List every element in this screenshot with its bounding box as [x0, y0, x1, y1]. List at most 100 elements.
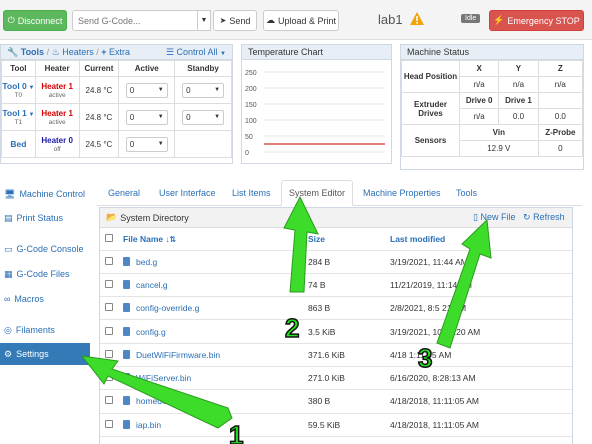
row-checkbox[interactable] [105, 326, 113, 335]
active-temp-input[interactable]: 0 ▼ [125, 82, 168, 98]
file-name-link[interactable]: iap.bin [136, 420, 161, 430]
settings-tabs: General User Interface List Items System… [97, 180, 582, 206]
standby-temp-input[interactable]: 0 ▼ [182, 109, 225, 125]
column-size[interactable]: Size [308, 228, 390, 251]
tab-list-items[interactable]: List Items [232, 180, 271, 206]
file-size: 371.6 KiB [308, 343, 390, 367]
tools-header-current: Current [78, 60, 120, 77]
table-row[interactable]: DuetWiFiFirmware.bin 371.6 KiB 4/18 1:11:0… [100, 343, 572, 367]
bed-cell[interactable]: Bed [1, 130, 36, 158]
extra-tab[interactable]: Extra [109, 47, 130, 57]
file-list-icon: ▦ [4, 268, 13, 279]
file-name-link[interactable]: config-override.g [136, 303, 199, 313]
sidebar-item-gcode-console[interactable]: ▭ G-Code Console [0, 238, 90, 260]
standby-temp-input[interactable]: 0 ▼ [182, 82, 225, 98]
top-bar: ⏻ Disconnect ▼ ➤ Send ☁ Upload & Print l… [0, 0, 592, 40]
heaters-tab[interactable]: Heaters [62, 47, 94, 57]
column-file-name[interactable]: File Name ↓⇅ [116, 228, 308, 251]
directory-breadcrumb[interactable]: System Directory [120, 213, 189, 223]
tools-tab[interactable]: Tools [21, 47, 44, 57]
bolt-icon: ⚡ [493, 15, 505, 25]
table-row[interactable]: config.g 3.5 KiB 3/19/2021, 10:16:20 AM [100, 319, 572, 344]
file-toolbar: 📂 System Directory ▯ New File ↻ Refresh [100, 208, 572, 228]
link-icon: ∞ [4, 294, 11, 304]
row-checkbox[interactable] [105, 419, 113, 428]
tab-system-editor[interactable]: System Editor [281, 180, 354, 206]
sidebar-item-macros[interactable]: ∞ Macros [0, 288, 90, 310]
row-checkbox[interactable] [105, 396, 113, 405]
file-name-link[interactable]: bed.g [136, 257, 157, 267]
tool-0-cell[interactable]: Tool 0 ▼ T0 [1, 76, 36, 104]
refresh-button[interactable]: ↻ Refresh [523, 212, 565, 223]
file-name-link[interactable]: config.g [136, 327, 166, 337]
emergency-stop-button[interactable]: ⚡ Emergency STOP [489, 10, 584, 31]
warning-icon[interactable] [410, 12, 424, 25]
file-table: File Name ↓⇅ Size Last modified bed.g 284… [100, 228, 572, 437]
file-icon [123, 396, 130, 406]
file-icon [123, 303, 130, 313]
sidebar-item-machine-control[interactable]: 🖥 Machine Control [0, 183, 90, 205]
row-checkbox[interactable] [105, 373, 113, 382]
table-row[interactable]: cancel.g 74 B 11/21/2019, 11:14 AM [100, 273, 572, 298]
table-row[interactable]: homedelta.g 380 B 4/18/2018, 11:11:05 AM [100, 389, 572, 414]
new-file-button[interactable]: ▯ New File [473, 212, 515, 223]
table-row[interactable]: iap.bin 59.5 KiB 4/18/2018, 11:11:05 AM [100, 413, 572, 437]
tab-general[interactable]: General [108, 180, 140, 206]
heater-0-cell[interactable]: Heater 0 off [34, 130, 80, 158]
table-row[interactable]: bed.g 284 B 3/19/2021, 11:44 AM [100, 250, 572, 274]
tools-header-tool: Tool [1, 60, 36, 77]
sidebar-item-filaments[interactable]: ◎ Filaments [0, 319, 90, 341]
table-row[interactable]: WiFiServer.bin 271.0 KiB 6/16/2020, 8:28:1… [100, 366, 572, 391]
file-icon [123, 279, 130, 289]
file-modified: 11/21/2019, 11:14 AM [390, 273, 572, 298]
heater-1-cell[interactable]: Heater 1 active [34, 103, 80, 131]
gcode-input[interactable] [72, 10, 198, 31]
heater-1-cell[interactable]: Heater 1 active [34, 76, 80, 104]
row-checkbox[interactable] [105, 349, 113, 358]
active-temp-input[interactable]: 0 ▼ [125, 109, 168, 125]
row-checkbox[interactable] [105, 279, 113, 288]
drive-1-label: Drive 1 [498, 92, 539, 109]
column-last-modified[interactable]: Last modified [390, 228, 572, 251]
table-row[interactable]: config-override.g 863 B 2/8/2021, 8:5 21 A… [100, 296, 572, 321]
control-all-dropdown[interactable]: ☰ Control All ▼ [166, 47, 226, 58]
extruder-drives-label: Extruder Drives [401, 92, 460, 125]
current-temp: 24.8 °C [78, 76, 120, 104]
file-name-link[interactable]: WiFiServer.bin [136, 373, 191, 383]
tab-tools[interactable]: Tools [456, 180, 477, 206]
caret-down-icon: ▼ [157, 114, 164, 120]
row-checkbox[interactable] [105, 256, 113, 265]
list-icon: ☰ [165, 46, 174, 57]
tool-1-cell[interactable]: Tool 1 ▼ T1 [1, 103, 36, 131]
gear-icon: ⚙ [4, 348, 13, 359]
file-size: 74 B [308, 273, 390, 298]
file-modified: 4/18/2018, 11:11:05 AM [390, 413, 572, 437]
disconnect-button[interactable]: ⏻ Disconnect [3, 10, 67, 31]
sidebar-item-print-status[interactable]: ▤ Print Status [0, 207, 90, 229]
file-name-link[interactable]: DuetWiFiFirmware.bin [136, 350, 220, 360]
z-probe-label: Z-Probe [537, 124, 584, 141]
file-modified: 4/18 1:11:05 AM [390, 343, 572, 367]
file-size: 59.5 KiB [308, 413, 390, 437]
caret-down-icon: ▼ [214, 114, 221, 120]
upload-print-button[interactable]: ☁ Upload & Print [263, 10, 339, 31]
tab-machine-properties[interactable]: Machine Properties [363, 180, 441, 206]
select-all-checkbox[interactable] [105, 233, 113, 242]
file-name-link[interactable]: homedelta.g [136, 396, 183, 406]
sidebar-item-gcode-files[interactable]: ▦ G-Code Files [0, 263, 90, 285]
file-size: 271.0 KiB [308, 366, 390, 391]
power-icon: ⏻ [7, 15, 15, 25]
gcode-history-dropdown[interactable]: ▼ [197, 10, 211, 31]
active-temp-input[interactable]: 0 ▼ [125, 136, 168, 152]
file-size: 284 B [308, 250, 390, 274]
sidebar-item-settings[interactable]: ⚙ Settings [0, 343, 90, 365]
head-position-label: Head Position [401, 60, 460, 93]
file-size: 380 B [308, 389, 390, 414]
send-button[interactable]: ➤ Send [213, 10, 257, 31]
caret-down-icon: ▼ [220, 50, 226, 57]
file-name-link[interactable]: cancel.g [136, 280, 168, 290]
row-checkbox[interactable] [105, 303, 113, 312]
tab-user-interface[interactable]: User Interface [159, 180, 216, 206]
file-modified: 2/8/2021, 8:5 21 AM [390, 296, 572, 321]
drive-value: n/a [458, 108, 500, 125]
